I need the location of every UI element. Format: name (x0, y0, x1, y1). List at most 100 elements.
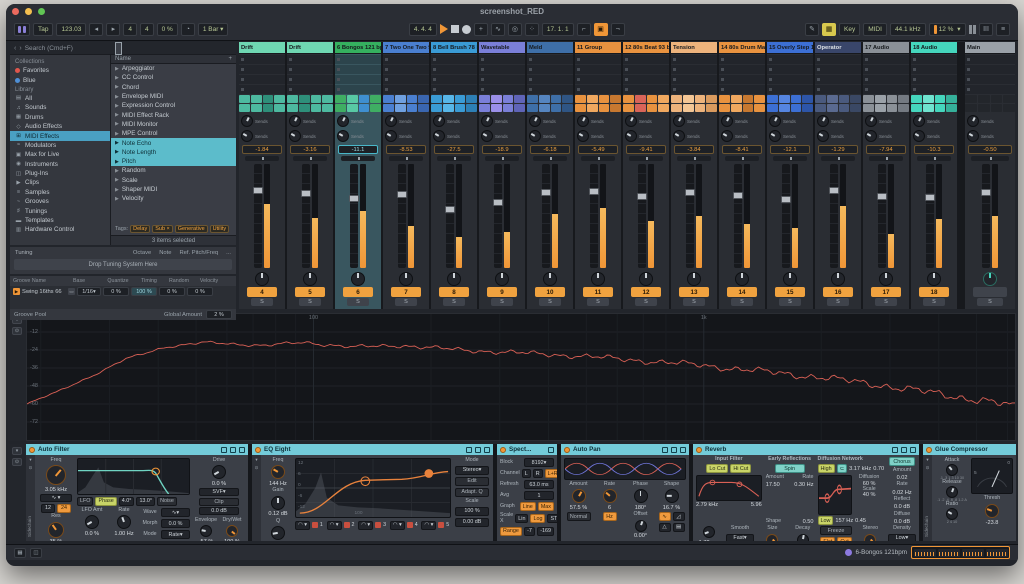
sidebar-item-drums[interactable]: ▦Drums (10, 113, 110, 122)
clip[interactable] (911, 104, 922, 112)
re-enable-automation-button[interactable]: ⁘ (525, 23, 539, 36)
clip-slot[interactable] (383, 75, 429, 84)
volume-fader[interactable] (590, 164, 598, 268)
solo-button[interactable]: S (587, 298, 609, 306)
clip[interactable] (610, 95, 621, 103)
clip[interactable] (263, 95, 274, 103)
scale-lin-button[interactable]: Lin (515, 514, 528, 523)
track-header[interactable]: Tension (671, 42, 717, 54)
clip[interactable] (551, 104, 562, 112)
send-knob[interactable] (241, 115, 253, 127)
sidebar-item-grooves[interactable]: ~Grooves (10, 197, 110, 206)
volume-fader[interactable] (686, 164, 694, 268)
hi-cut-toggle[interactable]: Hi Cut (730, 464, 751, 473)
track-activator[interactable]: 12 (631, 287, 661, 297)
clip-slot[interactable] (671, 85, 717, 94)
clip[interactable] (455, 104, 466, 112)
clip-slot[interactable] (383, 85, 429, 94)
clip[interactable] (898, 95, 909, 103)
pan-slider[interactable] (533, 156, 567, 161)
clip[interactable] (491, 104, 502, 112)
clip[interactable] (767, 104, 778, 112)
save-preset-icon[interactable] (901, 447, 907, 453)
pan-slider[interactable] (389, 156, 423, 161)
lo-shelf-gain[interactable]: 0.45 (855, 518, 866, 524)
send-knob[interactable] (721, 130, 733, 142)
send-knob[interactable] (529, 130, 541, 142)
volume-value[interactable]: -1.84 (242, 145, 282, 154)
expand-arrow-icon[interactable]: ▶ (115, 140, 119, 146)
track-activator[interactable] (973, 287, 1007, 297)
tuning-more[interactable]: ... (226, 250, 231, 256)
clip-slot[interactable] (431, 65, 477, 74)
list-item[interactable]: ▶Arpeggiator (111, 64, 236, 73)
tuning-octave-label[interactable]: Octave (133, 250, 151, 256)
clip[interactable] (731, 95, 742, 103)
tuning-ref-label[interactable]: Ref. Pitch/Freq (179, 250, 218, 256)
cue-volume-knob[interactable] (983, 272, 997, 286)
tag-chip[interactable]: Generative (175, 225, 208, 233)
show-browser-toggle[interactable]: III (979, 23, 993, 36)
er-amount[interactable]: 17.50 (766, 482, 780, 488)
volume-value[interactable]: -6.18 (530, 145, 570, 154)
lfo-amount-knob[interactable] (85, 515, 99, 529)
solo-button[interactable]: S (347, 298, 369, 306)
volume-fader[interactable] (782, 164, 790, 268)
volume-fader[interactable] (542, 164, 550, 268)
show-clip-view-icon[interactable]: ▦ (14, 548, 26, 558)
eq-output-gain-field[interactable]: 0.00 dB (455, 518, 489, 527)
clip[interactable] (647, 95, 658, 103)
pan-slider[interactable] (581, 156, 615, 161)
list-item[interactable]: ▶Velocity (111, 194, 236, 203)
volume-value[interactable]: -12.1 (770, 145, 810, 154)
browser-forward-icon[interactable]: › (19, 45, 21, 52)
pan-slider[interactable] (293, 156, 327, 161)
phase-value[interactable]: 4.0° (119, 497, 135, 506)
band-filter-select[interactable]: ◠ ▾ (421, 521, 436, 530)
send-knob[interactable] (721, 115, 733, 127)
time-signature-denominator[interactable]: 4 (140, 23, 154, 36)
send-knob[interactable] (769, 130, 781, 142)
sidebar-item-collection[interactable]: Blue (10, 75, 110, 84)
solo-button[interactable]: S (299, 298, 321, 306)
avg-field[interactable]: 1 (524, 491, 554, 500)
list-item[interactable]: ▶MIDI Monitor (111, 120, 236, 129)
fader-handle[interactable] (589, 188, 599, 195)
diffusion-display[interactable] (818, 475, 853, 515)
send-knob[interactable] (385, 130, 397, 142)
clip[interactable] (802, 104, 813, 112)
solo-button[interactable]: S (875, 298, 897, 306)
scale-log-button[interactable]: Log (530, 514, 545, 523)
clip[interactable] (239, 95, 250, 103)
send-knob[interactable] (577, 130, 589, 142)
resonance-knob[interactable] (48, 522, 64, 538)
midi-map-button[interactable]: MIDI (863, 23, 887, 36)
nudge-down-button[interactable]: ◂ (89, 23, 103, 36)
pan-slider[interactable] (725, 156, 759, 161)
pan-knob[interactable] (543, 272, 557, 286)
save-preset-icon[interactable] (671, 447, 677, 453)
nudge-up-button[interactable]: ▸ (106, 23, 120, 36)
clip-segment[interactable] (938, 549, 960, 557)
list-item[interactable]: ▶Expression Control (111, 101, 236, 110)
fader-handle[interactable] (397, 191, 407, 198)
pan-knob[interactable] (495, 272, 509, 286)
range-hi-field[interactable]: -7 (524, 527, 535, 536)
saw-wave-icon[interactable]: ◿ (673, 512, 685, 521)
tuning-drop-area[interactable]: Drop Tuning System Here (14, 259, 232, 270)
clip[interactable] (407, 95, 418, 103)
volume-fader[interactable] (254, 164, 262, 268)
send-knob[interactable] (289, 130, 301, 142)
solo-button[interactable]: S (491, 298, 513, 306)
clip[interactable] (443, 95, 454, 103)
sidebar-item-sounds[interactable]: ♫Sounds (10, 103, 110, 112)
link-toggle[interactable] (14, 23, 30, 36)
band-off-toggle[interactable] (407, 522, 413, 528)
clip[interactable] (599, 95, 610, 103)
clip[interactable] (965, 104, 977, 112)
chorus-amount[interactable]: 0.02 (897, 475, 908, 481)
track-header[interactable]: Drift (239, 42, 285, 54)
clip-slot[interactable] (575, 85, 621, 94)
volume-value[interactable]: -7.94 (866, 145, 906, 154)
clip-slot[interactable] (719, 85, 765, 94)
